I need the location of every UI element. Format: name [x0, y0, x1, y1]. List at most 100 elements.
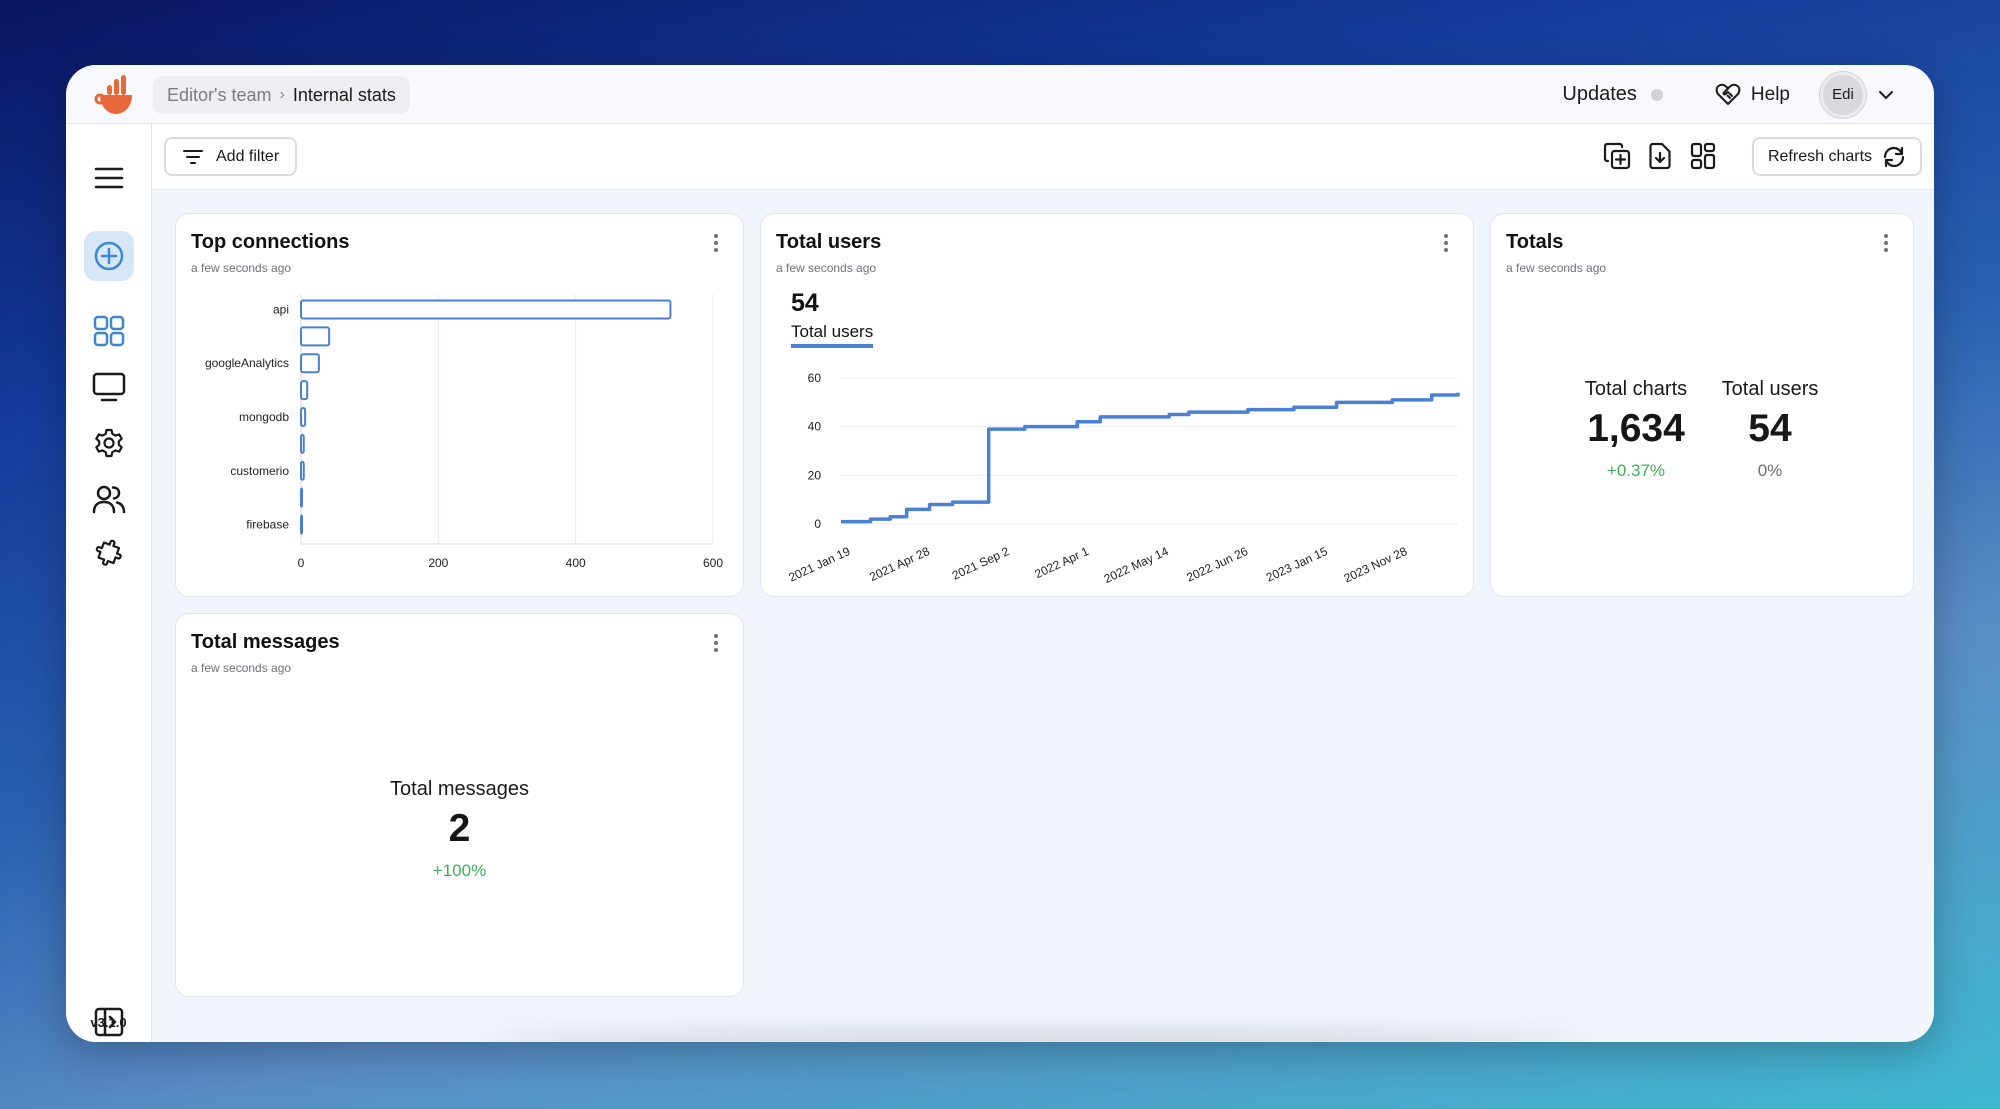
x-tick-label: 0	[298, 556, 305, 570]
header-actions: Updates Help Edi	[1562, 65, 1894, 124]
app-logo-icon[interactable]	[92, 73, 136, 117]
bar	[300, 353, 320, 374]
users-icon	[92, 485, 125, 514]
chart-card-total-users: Total users a few seconds ago 54 Total u…	[760, 213, 1474, 597]
sidebar-item-displays[interactable]	[91, 369, 127, 405]
card-title: Totals	[1506, 231, 1564, 253]
hamburger-menu-icon	[94, 167, 123, 189]
x-tick-label: 200	[428, 556, 448, 570]
updates-button[interactable]: Updates	[1562, 83, 1663, 106]
toolbar-icon-group	[1602, 140, 1718, 172]
kpi-change: +100%	[432, 861, 487, 880]
kpi-label: Total messages	[390, 778, 529, 800]
chevron-down-icon[interactable]	[1878, 90, 1894, 100]
updates-label: Updates	[1562, 83, 1637, 105]
add-filter-label: Add filter	[216, 147, 280, 165]
refresh-charts-button[interactable]: Refresh charts	[1752, 137, 1922, 176]
x-tick-label: 2021 Jan 19	[786, 544, 852, 585]
layout-button[interactable]	[1688, 140, 1718, 172]
breadcrumb-current-page: Internal stats	[292, 84, 396, 105]
x-tick-label: 2022 Jun 26	[1184, 544, 1250, 585]
kpi-value: 54	[1748, 407, 1792, 450]
category-label: firebase	[246, 518, 289, 532]
layout-icon	[1690, 142, 1716, 170]
refresh-icon	[1883, 146, 1905, 167]
add-chart-icon	[1603, 142, 1631, 170]
app-window: Editor's team › Internal stats Updates H…	[66, 65, 1934, 1042]
top-header: Editor's team › Internal stats Updates H…	[66, 65, 1934, 124]
card-updated-time: a few seconds ago	[1506, 261, 1607, 275]
export-button[interactable]	[1645, 140, 1675, 172]
kpi-change: +0.37%	[1606, 461, 1666, 480]
monitor-icon	[92, 372, 125, 402]
breadcrumb: Editor's team › Internal stats	[153, 76, 410, 114]
x-tick-label: 2023 Jan 15	[1264, 544, 1330, 585]
y-tick-label: 0	[814, 517, 821, 531]
category-label: api	[273, 302, 289, 316]
sidebar-item-team[interactable]	[91, 481, 127, 517]
export-icon	[1649, 142, 1671, 170]
x-tick-label: 2022 May 14	[1102, 544, 1171, 586]
bar	[300, 514, 303, 535]
category-label: customerio	[230, 464, 289, 478]
x-tick-label: 2021 Sep 2	[950, 544, 1012, 583]
help-button[interactable]: Help	[1715, 83, 1790, 107]
x-tick-label: 600	[703, 556, 723, 570]
sidebar: v3.1.0	[66, 124, 152, 1042]
more-vertical-icon	[714, 634, 718, 638]
x-tick-label: 2023 Nov 28	[1342, 544, 1410, 586]
x-tick-label: 2022 Apr 1	[1032, 544, 1091, 581]
card-updated-time: a few seconds ago	[191, 661, 292, 675]
chart-card-top-connections: Top connections a few seconds ago 0 200 40…	[175, 213, 744, 597]
avatar[interactable]: Edi	[1820, 71, 1866, 118]
bar	[300, 299, 672, 320]
category-label: mongodb	[239, 410, 289, 424]
dashboard-toolbar: Add filter Refresh charts	[152, 124, 1934, 190]
x-tick-label: 400	[566, 556, 586, 570]
add-chart-button[interactable]	[1602, 140, 1632, 172]
kpi-label: Total users	[1721, 378, 1819, 400]
bar	[300, 460, 305, 481]
bar	[300, 487, 303, 508]
kpi-value: 1,634	[1587, 407, 1685, 450]
sidebar-item-integrations[interactable]	[91, 537, 127, 573]
card-more-menu-button[interactable]	[1879, 232, 1893, 254]
heart-handshake-icon	[1715, 83, 1741, 105]
filter-icon	[183, 149, 203, 164]
breadcrumb-separator-icon: ›	[279, 86, 285, 103]
kpi-change: 0%	[1757, 461, 1783, 480]
chart-card-totals: Totals a few seconds ago Total charts 1,…	[1490, 213, 1914, 597]
sidebar-menu-button[interactable]	[91, 160, 127, 196]
top-connections-bar-chart: 0 200 400 600 api googleAnalytics mongodb custo…	[205, 294, 723, 570]
help-label: Help	[1750, 83, 1790, 105]
bar	[300, 326, 331, 347]
sidebar-item-dashboards[interactable]	[91, 313, 127, 349]
kpi-total-messages: Total messages 2 +100%	[176, 778, 743, 881]
sidebar-item-settings[interactable]	[91, 425, 127, 461]
bar	[300, 407, 307, 427]
add-filter-button[interactable]: Add filter	[164, 137, 297, 176]
app-version: v3.1.0	[90, 1015, 127, 1030]
gear-icon	[94, 428, 123, 458]
series-line-total-users	[841, 392, 1460, 524]
y-tick-label: 60	[808, 371, 822, 385]
chart-card-total-messages: Total messages a few seconds ago Total m…	[175, 613, 744, 997]
puzzle-icon	[95, 539, 122, 566]
user-menu[interactable]: Edi	[1820, 71, 1894, 118]
refresh-charts-label: Refresh charts	[1767, 147, 1873, 165]
grid-icon	[93, 315, 124, 347]
window-bottom-shadow	[486, 1030, 1586, 1042]
total-users-line-chart: 0 20 40 60 2021 Jan 19 2021 Apr 28 2021 Sep 2 2…	[786, 371, 1460, 586]
card-title: Total messages	[191, 631, 340, 653]
breadcrumb-team-link[interactable]: Editor's team	[167, 85, 271, 106]
kpi-total-users: Total users 54 0%	[1715, 378, 1825, 481]
more-vertical-icon	[1884, 234, 1888, 238]
x-tick-label: 2021 Apr 28	[867, 544, 932, 584]
bar	[300, 380, 309, 401]
kpi-label: Total charts	[1584, 378, 1688, 400]
sidebar-item-create[interactable]	[84, 231, 134, 281]
card-more-menu-button[interactable]	[709, 632, 723, 654]
kpi-value: 2	[448, 807, 471, 850]
updates-status-dot	[1650, 88, 1663, 101]
kpi-total-charts: Total charts 1,634 +0.37%	[1579, 378, 1693, 481]
